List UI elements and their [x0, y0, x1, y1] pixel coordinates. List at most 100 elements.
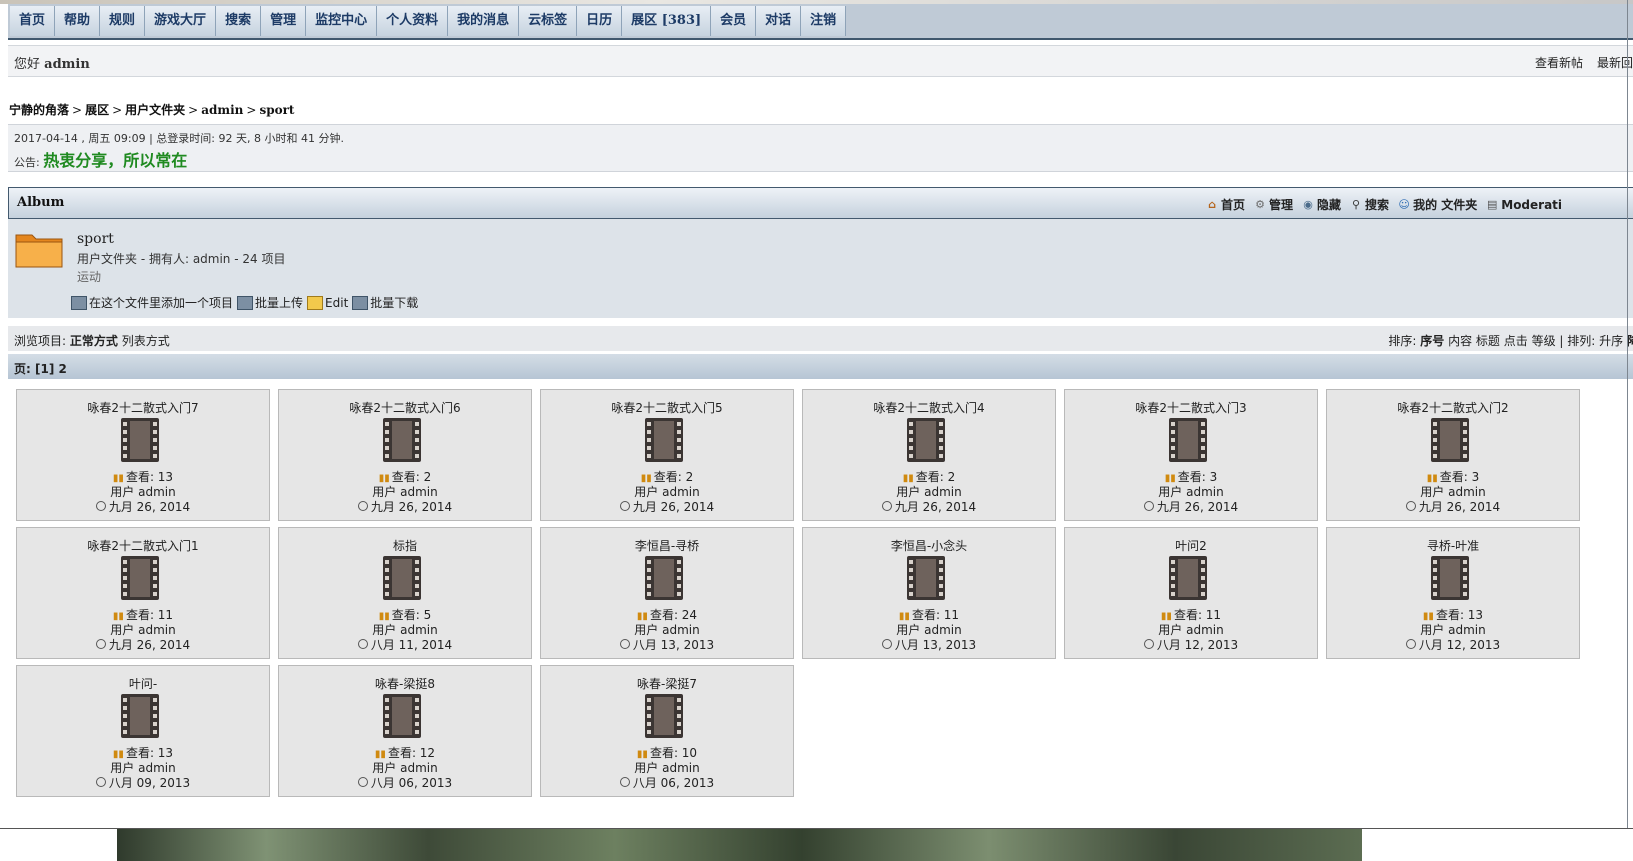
- sort-by-clicks[interactable]: 点击: [1504, 334, 1528, 348]
- breadcrumb-admin[interactable]: admin: [201, 103, 243, 117]
- nav-item-13[interactable]: 对话: [756, 6, 802, 36]
- media-item-card[interactable]: 咏春-梁挺7 ▮▮ 查看: 10 用户 admin 八月 06, 2013: [540, 665, 794, 797]
- nav-item-14[interactable]: 注销: [801, 6, 847, 36]
- film-icon[interactable]: [383, 556, 421, 600]
- item-title[interactable]: 咏春2十二散式入门1: [17, 537, 269, 554]
- nav-item-12[interactable]: 会员: [711, 6, 757, 36]
- nav-item-11[interactable]: 展区 [383]: [622, 6, 712, 36]
- film-icon[interactable]: [645, 694, 683, 738]
- item-title[interactable]: 咏春2十二散式入门6: [279, 399, 531, 416]
- item-title[interactable]: 咏春2十二散式入门5: [541, 399, 793, 416]
- media-item-card[interactable]: 咏春2十二散式入门6 ▮▮ 查看: 2 用户 admin 九月 26, 2014: [278, 389, 532, 521]
- view-mode: 浏览项目: 正常方式 列表方式: [14, 332, 170, 349]
- item-title[interactable]: 咏春2十二散式入门2: [1327, 399, 1579, 416]
- nav-item-2[interactable]: 规则: [100, 6, 146, 36]
- folder-icon: [15, 234, 63, 268]
- order-asc[interactable]: 升序: [1599, 334, 1623, 348]
- view-mode-label: 浏览项目:: [14, 334, 70, 348]
- sort-by-content[interactable]: 内容: [1448, 334, 1472, 348]
- album-tool-3[interactable]: ⚲ 搜索: [1349, 196, 1389, 213]
- sort-by-title[interactable]: 标题: [1476, 334, 1500, 348]
- announcement-message: 热衷分享，所以常在: [43, 151, 188, 170]
- film-icon[interactable]: [121, 694, 159, 738]
- sort-by-number[interactable]: 序号: [1420, 334, 1444, 348]
- breadcrumb-gallery[interactable]: 展区: [85, 103, 109, 117]
- clock-icon: [1405, 501, 1416, 511]
- item-views-text: 查看: 13: [125, 470, 174, 484]
- media-item-card[interactable]: 咏春2十二散式入门2 ▮▮ 查看: 3 用户 admin 九月 26, 2014: [1326, 389, 1580, 521]
- edit-button[interactable]: Edit: [307, 294, 348, 311]
- add-item-button[interactable]: 在这个文件里添加一个项目: [71, 294, 233, 311]
- page-1[interactable]: [1]: [35, 362, 54, 376]
- media-item-card[interactable]: 咏春2十二散式入门3 ▮▮ 查看: 3 用户 admin 九月 26, 2014: [1064, 389, 1318, 521]
- nav-item-7[interactable]: 个人资料: [377, 6, 449, 36]
- batch-upload-button[interactable]: 批量上传: [237, 294, 303, 311]
- film-icon[interactable]: [121, 418, 159, 462]
- film-icon[interactable]: [645, 418, 683, 462]
- item-title[interactable]: 标指: [279, 537, 531, 554]
- item-title[interactable]: 李恒昌-小念头: [803, 537, 1055, 554]
- media-item-card[interactable]: 咏春-梁挺8 ▮▮ 查看: 12 用户 admin 八月 06, 2013: [278, 665, 532, 797]
- film-icon[interactable]: [1169, 418, 1207, 462]
- media-item-card[interactable]: 咏春2十二散式入门7 ▮▮ 查看: 13 用户 admin 九月 26, 2014: [16, 389, 270, 521]
- media-item-card[interactable]: 标指 ▮▮ 查看: 5 用户 admin 八月 11, 2014: [278, 527, 532, 659]
- clock-icon: [357, 639, 368, 649]
- film-icon[interactable]: [1431, 556, 1469, 600]
- nav-item-10[interactable]: 日历: [577, 6, 623, 36]
- media-item-card[interactable]: 叶问- ▮▮ 查看: 13 用户 admin 八月 09, 2013: [16, 665, 270, 797]
- page-2[interactable]: 2: [59, 362, 67, 376]
- album-tool-4[interactable]: ☺ 我的 文件夹: [1397, 196, 1477, 213]
- nav-item-1[interactable]: 帮助: [55, 6, 101, 36]
- item-title[interactable]: 咏春-梁挺8: [279, 675, 531, 692]
- film-icon[interactable]: [383, 694, 421, 738]
- nav-item-6[interactable]: 监控中心: [306, 6, 378, 36]
- item-title[interactable]: 叶问-: [17, 675, 269, 692]
- film-icon[interactable]: [1431, 418, 1469, 462]
- batch-download-button[interactable]: 批量下载: [352, 294, 418, 311]
- nav-item-5[interactable]: 管理: [261, 6, 307, 36]
- item-date-text: 八月 13, 2013: [894, 638, 977, 652]
- media-item-card[interactable]: 咏春2十二散式入门4 ▮▮ 查看: 2 用户 admin 九月 26, 2014: [802, 389, 1056, 521]
- media-item-card[interactable]: 李恒昌-寻桥 ▮▮ 查看: 24 用户 admin 八月 13, 2013: [540, 527, 794, 659]
- item-title[interactable]: 咏春-梁挺7: [541, 675, 793, 692]
- media-item-card[interactable]: 咏春2十二散式入门1 ▮▮ 查看: 11 用户 admin 九月 26, 2014: [16, 527, 270, 659]
- sort-by-rating[interactable]: 等级: [1532, 334, 1556, 348]
- nav-item-8[interactable]: 我的消息: [448, 6, 520, 36]
- folder-meta: 用户文件夹 - 拥有人: admin - 24 项目: [77, 252, 286, 266]
- folder-actions: 在这个文件里添加一个项目 批量上传 Edit 批量下载: [71, 294, 418, 311]
- media-item-card[interactable]: 叶问2 ▮▮ 查看: 11 用户 admin 八月 12, 2013: [1064, 527, 1318, 659]
- film-icon[interactable]: [907, 556, 945, 600]
- album-tool-0[interactable]: ⌂ 首页: [1205, 196, 1245, 213]
- album-tool-5[interactable]: ▤ Moderati: [1485, 196, 1562, 213]
- film-icon[interactable]: [907, 418, 945, 462]
- nav-item-0[interactable]: 首页: [10, 6, 56, 36]
- film-icon[interactable]: [1169, 556, 1207, 600]
- media-item-card[interactable]: 李恒昌-小念头 ▮▮ 查看: 11 用户 admin 八月 13, 2013: [802, 527, 1056, 659]
- pagination-bar: 页: [1] 2: [8, 354, 1633, 379]
- item-title[interactable]: 寻桥-叶准: [1327, 537, 1579, 554]
- album-tool-1[interactable]: ⚙ 管理: [1253, 196, 1293, 213]
- item-date-text: 八月 06, 2013: [370, 776, 453, 790]
- view-normal[interactable]: 正常方式: [70, 334, 118, 348]
- item-title[interactable]: 咏春2十二散式入门7: [17, 399, 269, 416]
- nav-item-3[interactable]: 游戏大厅: [145, 6, 217, 36]
- greeting-username[interactable]: admin: [44, 57, 90, 72]
- breadcrumb-home[interactable]: 宁静的角落: [9, 103, 69, 117]
- item-title[interactable]: 咏春2十二散式入门3: [1065, 399, 1317, 416]
- film-icon[interactable]: [645, 556, 683, 600]
- album-tool-label: 管理: [1269, 198, 1294, 212]
- sort-options: 排序: 序号 内容 标题 点击 等级 | 排列: 升序 降: [1388, 332, 1633, 349]
- item-title[interactable]: 咏春2十二散式入门4: [803, 399, 1055, 416]
- album-tool-2[interactable]: ◉ 隐藏: [1301, 196, 1341, 213]
- film-icon[interactable]: [383, 418, 421, 462]
- media-item-card[interactable]: 寻桥-叶准 ▮▮ 查看: 13 用户 admin 八月 12, 2013: [1326, 527, 1580, 659]
- nav-item-9[interactable]: 云标签: [519, 6, 578, 36]
- media-item-card[interactable]: 咏春2十二散式入门5 ▮▮ 查看: 2 用户 admin 九月 26, 2014: [540, 389, 794, 521]
- nav-item-4[interactable]: 搜索: [216, 6, 262, 36]
- item-title[interactable]: 李恒昌-寻桥: [541, 537, 793, 554]
- breadcrumb-user-folders[interactable]: 用户文件夹: [125, 103, 185, 117]
- view-list[interactable]: 列表方式: [122, 334, 170, 348]
- item-title[interactable]: 叶问2: [1065, 537, 1317, 554]
- film-icon[interactable]: [121, 556, 159, 600]
- new-posts-link[interactable]: 查看新帖: [1535, 54, 1583, 71]
